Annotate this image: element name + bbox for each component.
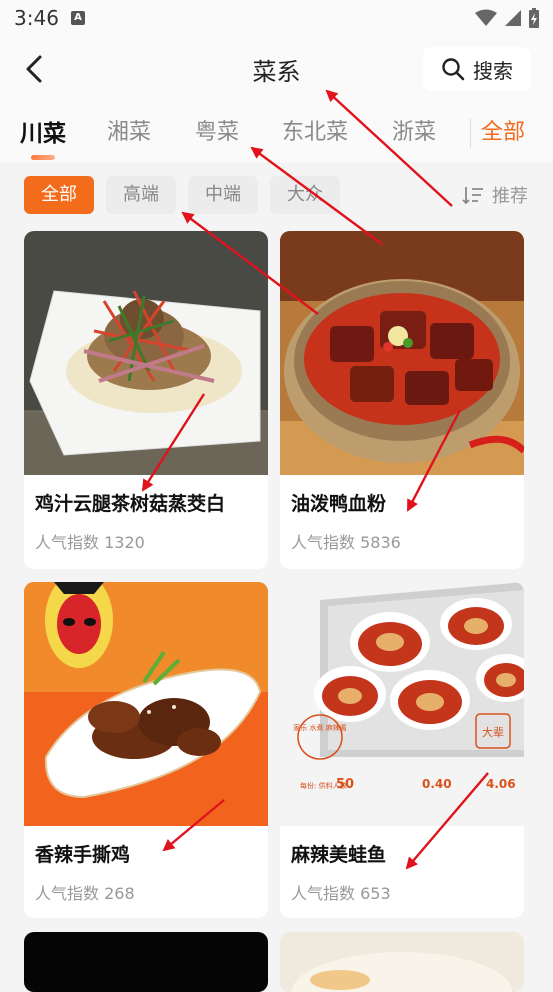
dish-name: 鸡汁云腿茶树菇蒸茭白 bbox=[35, 493, 226, 515]
signal-icon bbox=[505, 10, 521, 26]
dish-name: 油泼鸭血粉 bbox=[291, 493, 387, 515]
tab-divider bbox=[470, 118, 471, 148]
dish-image bbox=[292, 952, 512, 992]
filter-mid-range[interactable]: 中端 bbox=[188, 176, 258, 214]
dish-name: 麻辣美蛙鱼 bbox=[291, 844, 387, 866]
popularity-index: 人气指数 1320 bbox=[35, 533, 145, 552]
sort-button[interactable]: 推荐 bbox=[462, 182, 528, 208]
dish-card[interactable] bbox=[280, 932, 524, 992]
filter-popular[interactable]: 大众 bbox=[270, 176, 340, 214]
category-tabs: 川菜 湘菜 粤菜 东北菜 浙菜 全部 bbox=[0, 102, 553, 162]
dish-image bbox=[24, 582, 268, 826]
tab-hunan[interactable]: 湘菜 bbox=[107, 114, 151, 146]
promo-cost-1: 0.40 bbox=[422, 777, 452, 791]
dish-image bbox=[280, 231, 524, 475]
status-indicators bbox=[475, 8, 539, 28]
status-time: 3:46 bbox=[14, 6, 59, 30]
search-button[interactable]: 搜索 bbox=[423, 47, 531, 91]
dish-card[interactable]: 鸡汁云腿茶树菇蒸茭白 人气指数 1320 bbox=[24, 231, 268, 569]
tab-northeast[interactable]: 东北菜 bbox=[282, 114, 348, 146]
wifi-icon bbox=[475, 9, 497, 26]
filter-all[interactable]: 全部 bbox=[24, 176, 94, 214]
dish-image: 家乐 水煮 麻辣酱 大辈 每份: 供料人数 50 0.40 4.06 bbox=[280, 582, 524, 826]
filter-high-end[interactable]: 高端 bbox=[106, 176, 176, 214]
promo-circle-label: 家乐 水煮 麻辣酱 bbox=[293, 723, 346, 732]
nav-bar: 菜系 搜索 bbox=[0, 36, 553, 102]
tab-sichuan[interactable]: 川菜 bbox=[20, 114, 66, 148]
dish-name: 香辣手撕鸡 bbox=[35, 844, 131, 866]
battery-icon bbox=[529, 8, 539, 28]
all-categories-button[interactable]: 全部 bbox=[481, 114, 525, 146]
promo-cost-2: 4.06 bbox=[486, 777, 516, 791]
popularity-index: 人气指数 5836 bbox=[291, 533, 401, 552]
dish-card[interactable]: 家乐 水煮 麻辣酱 大辈 每份: 供料人数 50 0.40 4.06 麻辣美蛙鱼… bbox=[280, 582, 524, 918]
sort-icon bbox=[462, 187, 483, 205]
dish-card[interactable]: 油泼鸭血粉 人气指数 5836 bbox=[280, 231, 524, 569]
dish-card[interactable] bbox=[24, 932, 268, 992]
popularity-index: 人气指数 653 bbox=[291, 884, 391, 903]
dish-image bbox=[24, 231, 268, 475]
status-bar: 3:46 A bbox=[0, 0, 553, 36]
tab-cantonese[interactable]: 粤菜 bbox=[195, 114, 239, 146]
dish-card[interactable]: 香辣手撕鸡 人气指数 268 bbox=[24, 582, 268, 918]
sort-label: 推荐 bbox=[492, 186, 528, 207]
notification-icon: A bbox=[71, 11, 85, 25]
search-label: 搜索 bbox=[473, 58, 513, 83]
filter-bar: 全部 高端 中端 大众 推荐 bbox=[0, 162, 553, 222]
promo-serving: 50 bbox=[336, 777, 354, 792]
promo-badge: 大辈 bbox=[482, 725, 504, 739]
tab-zhejiang[interactable]: 浙菜 bbox=[392, 114, 436, 146]
popularity-index: 人气指数 268 bbox=[35, 884, 135, 903]
active-tab-indicator bbox=[31, 155, 55, 160]
search-icon bbox=[442, 58, 465, 81]
